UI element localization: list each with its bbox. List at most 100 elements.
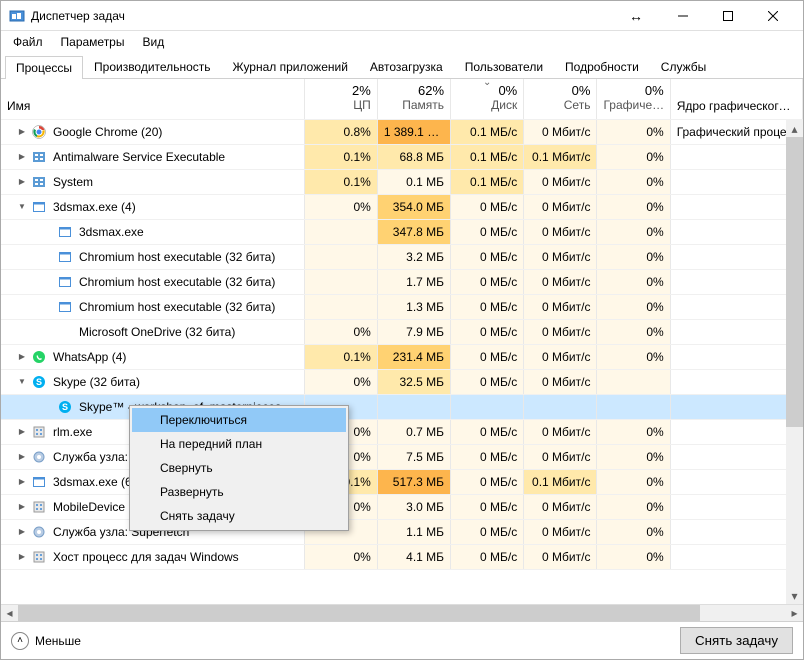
table-row[interactable]: ▶System0.1%0.1 МБ0.1 МБ/с0 Мбит/с0% — [1, 169, 803, 194]
col-header-memory[interactable]: 62%Память — [377, 79, 450, 119]
process-name: System — [53, 175, 298, 189]
process-icon — [31, 174, 47, 190]
tab-startup[interactable]: Автозагрузка — [359, 55, 454, 78]
menu-file[interactable]: Файл — [5, 32, 51, 52]
minimize-button[interactable] — [660, 2, 705, 30]
table-row[interactable]: SSkype™ - workshop_of_masterpieces — [1, 394, 803, 419]
table-row[interactable]: ▶WhatsApp (4)0.1%231.4 МБ0 МБ/с0 Мбит/с0… — [1, 344, 803, 369]
col-header-cpu[interactable]: 2%ЦП — [304, 79, 377, 119]
tab-users[interactable]: Пользователи — [454, 55, 554, 78]
cell-gpu-engine — [670, 469, 802, 494]
expand-icon[interactable]: ▶ — [15, 527, 29, 536]
expand-icon[interactable]: ▶ — [15, 427, 29, 436]
context-menu-switch-to[interactable]: Переключиться — [132, 408, 346, 432]
table-row[interactable]: ▶Хост процесс для задач Windows0%4.1 МБ0… — [1, 544, 803, 569]
tab-app-history[interactable]: Журнал приложений — [222, 55, 359, 78]
cell-cpu — [304, 294, 377, 319]
cell-gpu-engine — [670, 544, 802, 569]
cell-memory: 3.0 МБ — [377, 494, 450, 519]
vertical-scrollbar[interactable]: ▴ ▾ — [786, 120, 803, 604]
process-icon — [31, 524, 47, 540]
col-header-gpu-engine[interactable]: Ядро графического про — [670, 79, 802, 119]
cell-gpu: 0% — [597, 544, 670, 569]
cell-network: 0 Мбит/с — [524, 544, 597, 569]
maximize-button[interactable] — [705, 2, 750, 30]
process-name: Google Chrome (20) — [53, 125, 298, 139]
col-header-network[interactable]: 0%Сеть — [524, 79, 597, 119]
process-icon — [31, 149, 47, 165]
cell-gpu: 0% — [597, 269, 670, 294]
expand-icon[interactable]: ▶ — [15, 177, 29, 186]
cell-memory: 231.4 МБ — [377, 344, 450, 369]
context-menu-maximize[interactable]: Развернуть — [132, 480, 346, 504]
col-header-gpu[interactable]: 0%Графиче… — [597, 79, 670, 119]
window-title: Диспетчер задач — [31, 9, 125, 23]
fewer-details-label: Меньше — [35, 634, 81, 648]
tab-processes[interactable]: Процессы — [5, 56, 83, 79]
context-menu-bring-front[interactable]: На передний план — [132, 432, 346, 456]
cell-network: 0 Мбит/с — [524, 369, 597, 394]
cell-gpu: 0% — [597, 219, 670, 244]
cell-gpu-engine — [670, 369, 802, 394]
cell-memory: 517.3 МБ — [377, 469, 450, 494]
process-table: Имя 2%ЦП 62%Память 0%Диск 0%Сеть 0%Графи… — [1, 79, 803, 570]
cell-disk: 0 МБ/с — [451, 519, 524, 544]
tab-details[interactable]: Подробности — [554, 55, 650, 78]
table-row[interactable]: ▶Служба узла:0%7.5 МБ0 МБ/с0 Мбит/с0% — [1, 444, 803, 469]
cell-gpu-engine — [670, 494, 802, 519]
fewer-details-button[interactable]: ˄ Меньше — [11, 632, 81, 650]
col-header-name[interactable]: Имя — [1, 79, 304, 119]
cell-disk: 0 МБ/с — [451, 319, 524, 344]
cell-gpu: 0% — [597, 494, 670, 519]
table-row[interactable]: Chromium host executable (32 бита)1.3 МБ… — [1, 294, 803, 319]
cell-memory: 32.5 МБ — [377, 369, 450, 394]
process-icon — [31, 124, 47, 140]
expand-icon[interactable]: ▶ — [15, 477, 29, 486]
horizontal-scrollbar[interactable]: ◂ ▸ — [1, 604, 803, 621]
process-icon — [31, 199, 47, 215]
cell-cpu: 0.1% — [304, 169, 377, 194]
expand-icon[interactable]: ▼ — [15, 202, 29, 211]
expand-icon[interactable]: ▶ — [15, 127, 29, 136]
menu-view[interactable]: Вид — [134, 32, 172, 52]
expand-icon[interactable]: ▶ — [15, 352, 29, 361]
col-header-disk[interactable]: 0%Диск — [451, 79, 524, 119]
end-task-button[interactable]: Снять задачу — [680, 627, 793, 654]
expand-icon[interactable]: ▼ — [15, 377, 29, 386]
titlebar: Диспетчер задач ↔ — [1, 1, 803, 31]
expand-icon[interactable]: ▶ — [15, 452, 29, 461]
tab-performance[interactable]: Производительность — [83, 55, 221, 78]
table-row[interactable]: 3dsmax.exe347.8 МБ0 МБ/с0 Мбит/с0% — [1, 219, 803, 244]
table-row[interactable]: Chromium host executable (32 бита)1.7 МБ… — [1, 269, 803, 294]
cell-network: 0.1 Мбит/с — [524, 469, 597, 494]
table-row[interactable]: ▶rlm.exe0%0.7 МБ0 МБ/с0 Мбит/с0% — [1, 419, 803, 444]
tab-services[interactable]: Службы — [650, 55, 717, 78]
table-row[interactable]: Microsoft OneDrive (32 бита)0%7.9 МБ0 МБ… — [1, 319, 803, 344]
table-row[interactable]: ▶3dsmax.exe (6)0.1%517.3 МБ0 МБ/с0.1 Мби… — [1, 469, 803, 494]
cell-gpu: 0% — [597, 169, 670, 194]
context-menu-end-task[interactable]: Снять задачу — [132, 504, 346, 528]
expand-icon[interactable]: ▶ — [15, 552, 29, 561]
expand-icon[interactable]: ▶ — [15, 502, 29, 511]
cell-disk: 0.1 МБ/с — [451, 144, 524, 169]
table-row[interactable]: ▶Служба узла: Superfetch1.1 МБ0 МБ/с0 Мб… — [1, 519, 803, 544]
table-row[interactable]: ▼3dsmax.exe (4)0%354.0 МБ0 МБ/с0 Мбит/с0… — [1, 194, 803, 219]
close-button[interactable] — [750, 2, 795, 30]
cell-gpu: 0% — [597, 244, 670, 269]
expand-icon[interactable]: ▶ — [15, 152, 29, 161]
cell-network: 0 Мбит/с — [524, 494, 597, 519]
table-row[interactable]: ▶MobileDevice0%3.0 МБ0 МБ/с0 Мбит/с0% — [1, 494, 803, 519]
context-menu-minimize[interactable]: Свернуть — [132, 456, 346, 480]
cell-gpu-engine — [670, 444, 802, 469]
cell-disk: 0 МБ/с — [451, 419, 524, 444]
cell-gpu: 0% — [597, 469, 670, 494]
menu-options[interactable]: Параметры — [53, 32, 133, 52]
cell-gpu-engine — [670, 319, 802, 344]
cell-gpu-engine — [670, 269, 802, 294]
table-row[interactable]: ▼SSkype (32 бита)0%32.5 МБ0 МБ/с0 Мбит/с — [1, 369, 803, 394]
table-row[interactable]: Chromium host executable (32 бита)3.2 МБ… — [1, 244, 803, 269]
chevron-up-icon: ˄ — [11, 632, 29, 650]
table-row[interactable]: ▶Google Chrome (20)0.8%1 389.1 МБ0.1 МБ/… — [1, 119, 803, 144]
cell-gpu-engine: Графический проце — [670, 119, 802, 144]
table-row[interactable]: ▶Antimalware Service Executable0.1%68.8 … — [1, 144, 803, 169]
